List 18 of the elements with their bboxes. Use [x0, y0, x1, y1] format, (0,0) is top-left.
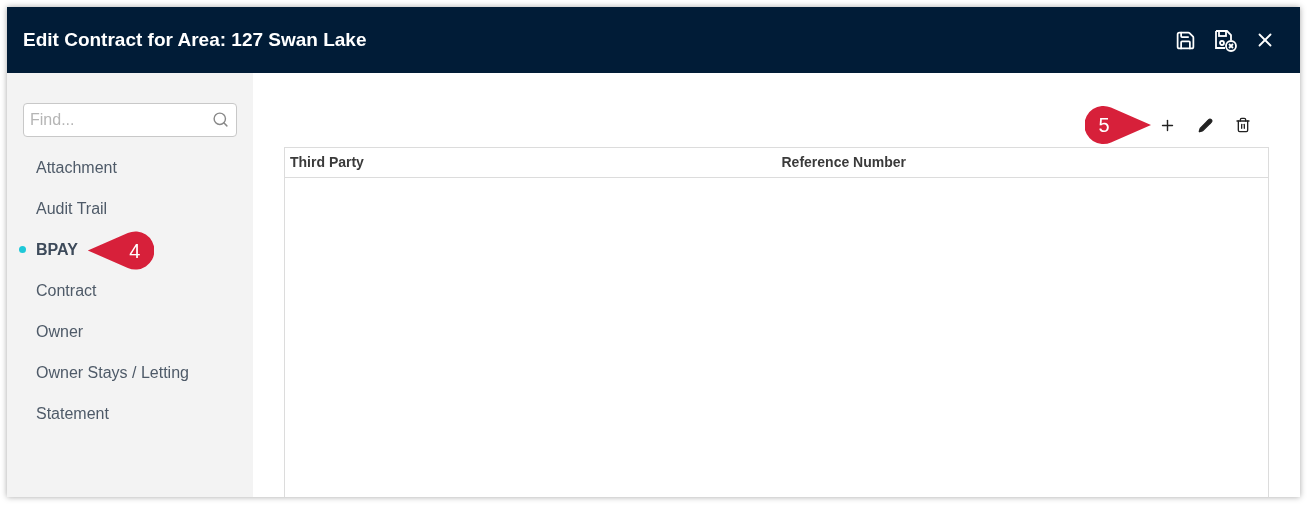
sidebar-item[interactable]: Attachment	[36, 155, 117, 180]
search-field[interactable]: Find...	[23, 103, 237, 137]
save-icon[interactable]	[1175, 29, 1196, 51]
column-header[interactable]: Third Party	[290, 154, 364, 170]
search-icon	[212, 111, 229, 128]
save-close-icon[interactable]	[1212, 28, 1238, 52]
column-header[interactable]: Reference Number	[781, 154, 906, 170]
sidebar-item[interactable]: Statement	[36, 401, 109, 426]
edit-icon[interactable]	[1198, 117, 1213, 133]
step-badge: 4	[87, 230, 154, 271]
sidebar-item[interactable]: Owner	[36, 319, 84, 344]
delete-icon[interactable]	[1235, 117, 1251, 133]
window-title: Edit Contract for Area: 127 Swan Lake	[23, 27, 368, 52]
sidebar-item[interactable]: Audit Trail	[36, 196, 108, 221]
sidebar-item[interactable]: Owner Stays / Letting	[36, 360, 189, 385]
step-badge: 5	[1085, 105, 1151, 145]
sidebar-item[interactable]: Contract	[36, 278, 97, 303]
sidebar-item[interactable]: BPAY	[36, 237, 78, 262]
